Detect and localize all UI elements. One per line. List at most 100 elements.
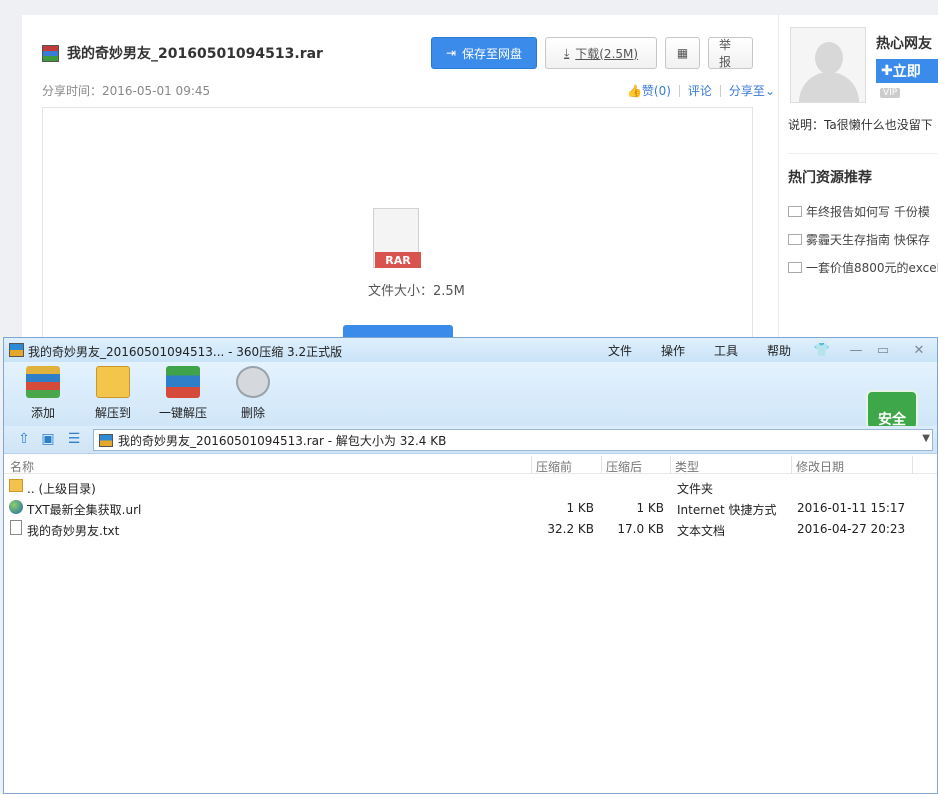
table-row[interactable]: 我的奇妙男友.txt 32.2 KB 17.0 KB 文本文档 2016-04-… [4, 518, 937, 539]
action-buttons: ⇥ 保存至网盘 ⤓ 下载(2.5M) ▦ 举报 [431, 37, 753, 69]
divider [719, 84, 721, 97]
hot-item-label: 一套价值8800元的excel教 [806, 260, 938, 275]
address-bar[interactable]: 我的奇妙男友_20160501094513.rar - 解包大小为 32.4 K… [93, 429, 933, 451]
file-name: .. (上级目录) [27, 482, 96, 496]
size-before: 1 KB [566, 501, 594, 515]
download-icon: ⤓ [563, 45, 570, 60]
document-icon [788, 205, 802, 217]
avatar-body-shape [799, 72, 859, 102]
avatar-head-shape [815, 42, 843, 74]
menu-help[interactable]: 帮助 [767, 342, 791, 359]
vip-badge: VIP [880, 88, 901, 98]
file-list: .. (上级目录) 文件夹 TXT最新全集获取.url 1 KB 1 KB In… [4, 476, 937, 539]
tool-label: 解压到 [94, 406, 131, 420]
avatar[interactable] [790, 27, 866, 103]
hot-item[interactable]: 年终报告如何写 千份模 [788, 197, 938, 225]
tool-label: 添加 [30, 406, 55, 420]
table-row[interactable]: .. (上级目录) 文件夹 [4, 476, 937, 497]
column-name[interactable]: 名称 [10, 458, 34, 475]
size-after: 1 KB [636, 501, 664, 515]
menu-operate[interactable]: 操作 [661, 342, 685, 359]
share-to-link[interactable]: 分享至⌄ [729, 82, 775, 99]
address-row: ⇧ ▣ ☰ 我的奇妙男友_20160501094513.rar - 解包大小为 … [4, 426, 937, 454]
follow-button[interactable]: ✚ 立即 [876, 59, 938, 83]
hot-item[interactable]: 一套价值8800元的excel教 [788, 253, 938, 281]
column-after[interactable]: 压缩后 [606, 458, 642, 475]
save-arrow-icon: ⇥ [445, 46, 457, 60]
skin-shirt-icon[interactable]: 👕 [812, 341, 832, 359]
archive-window: 我的奇妙男友_20160501094513... - 360压缩 3.2正式版 … [3, 337, 938, 794]
follow-label: 立即 [892, 64, 921, 80]
share-to-label: 分享至 [728, 84, 765, 98]
minimize-icon[interactable]: — [846, 341, 866, 359]
column-divider[interactable] [601, 456, 602, 474]
divider [678, 84, 680, 97]
divider [778, 15, 779, 345]
address-text: 我的奇妙男友_20160501094513.rar - 解包大小为 32.4 K… [118, 433, 447, 448]
size-before: 32.2 KB [547, 522, 594, 536]
download-label: 下载(2.5M) [575, 46, 639, 61]
tool-label: 删除 [240, 406, 265, 420]
url-globe-icon [9, 500, 23, 514]
modified-date: 2016-01-11 15:17 [797, 501, 906, 515]
close-icon[interactable]: ✕ [909, 341, 929, 359]
extract-to-button[interactable]: 解压到 [78, 366, 148, 421]
folder-icon [9, 479, 23, 492]
maximize-icon[interactable]: ▭ [873, 341, 893, 359]
delete-button[interactable]: 删除 [218, 366, 288, 421]
list-view-icon[interactable]: ☰ [66, 431, 82, 447]
column-divider[interactable] [791, 456, 792, 474]
column-divider[interactable] [912, 456, 913, 474]
toolbar: 添加 解压到 一键解压 删除 安全 [4, 362, 937, 448]
hot-item[interactable]: 雾霾天生存指南 快保存 [788, 225, 938, 253]
app-icon [9, 343, 24, 357]
window-titlebar[interactable]: 我的奇妙男友_20160501094513... - 360压缩 3.2正式版 … [4, 338, 937, 362]
file-type: Internet 快捷方式 [677, 503, 777, 517]
column-divider[interactable] [670, 456, 671, 474]
document-icon [788, 261, 802, 273]
qrcode-icon: ▦ [676, 46, 689, 60]
like-link[interactable]: 👍赞(0) [627, 82, 671, 99]
menu-tools[interactable]: 工具 [714, 342, 738, 359]
username[interactable]: 热心网友 [876, 33, 932, 53]
chevron-down-icon[interactable]: ▼ [922, 433, 930, 444]
archive-icon [99, 434, 113, 447]
file-title-row: 我的奇妙男友_20160501094513.rar [42, 43, 323, 63]
archive-add-icon [26, 366, 60, 398]
trash-bin-icon [236, 366, 270, 398]
save-to-cloud-button[interactable]: ⇥ 保存至网盘 [431, 37, 537, 69]
file-type: 文本文档 [677, 524, 726, 538]
file-size: 文件大小：2.5M [368, 284, 465, 299]
one-click-extract-icon [166, 366, 200, 398]
social-actions: 👍赞(0) 评论 分享至⌄ [627, 82, 775, 99]
hot-item-label: 年终报告如何写 千份模 [806, 204, 930, 219]
hot-resources-title: 热门资源推荐 [788, 170, 872, 186]
download-button[interactable]: ⤓ 下载(2.5M) [545, 37, 657, 69]
document-icon [788, 233, 802, 245]
add-button[interactable]: 添加 [8, 366, 78, 421]
text-file-icon [10, 520, 22, 535]
file-list-header: 名称 压缩前 压缩后 类型 修改日期 [4, 456, 937, 474]
up-arrow-icon[interactable]: ⇧ [16, 431, 32, 447]
user-description: 说明：Ta很懒什么也没留下 [788, 118, 933, 132]
column-date[interactable]: 修改日期 [796, 458, 844, 475]
table-row[interactable]: TXT最新全集获取.url 1 KB 1 KB Internet 快捷方式 20… [4, 497, 937, 518]
divider [788, 153, 938, 154]
report-button[interactable]: 举报 [708, 37, 753, 69]
window-caption: 我的奇妙男友_20160501094513... - 360压缩 3.2正式版 [28, 345, 343, 359]
menu-file[interactable]: 文件 [608, 342, 632, 359]
file-type: 文件夹 [677, 482, 714, 496]
qrcode-button[interactable]: ▦ [665, 37, 700, 69]
like-label: 赞(0) [641, 84, 671, 98]
hot-resources-list: 年终报告如何写 千份模 雾霾天生存指南 快保存 一套价值8800元的excel教 [788, 197, 938, 281]
column-type[interactable]: 类型 [675, 458, 699, 475]
rar-badge: RAR [375, 252, 421, 268]
one-click-extract-button[interactable]: 一键解压 [148, 366, 218, 421]
comment-link[interactable]: 评论 [688, 82, 712, 99]
column-divider[interactable] [531, 456, 532, 474]
thumbnail-view-icon[interactable]: ▣ [40, 431, 56, 447]
plus-icon: ✚ [881, 63, 893, 79]
rar-large-icon: RAR [373, 208, 423, 268]
column-before[interactable]: 压缩前 [536, 458, 572, 475]
hot-item-label: 雾霾天生存指南 快保存 [806, 232, 930, 247]
